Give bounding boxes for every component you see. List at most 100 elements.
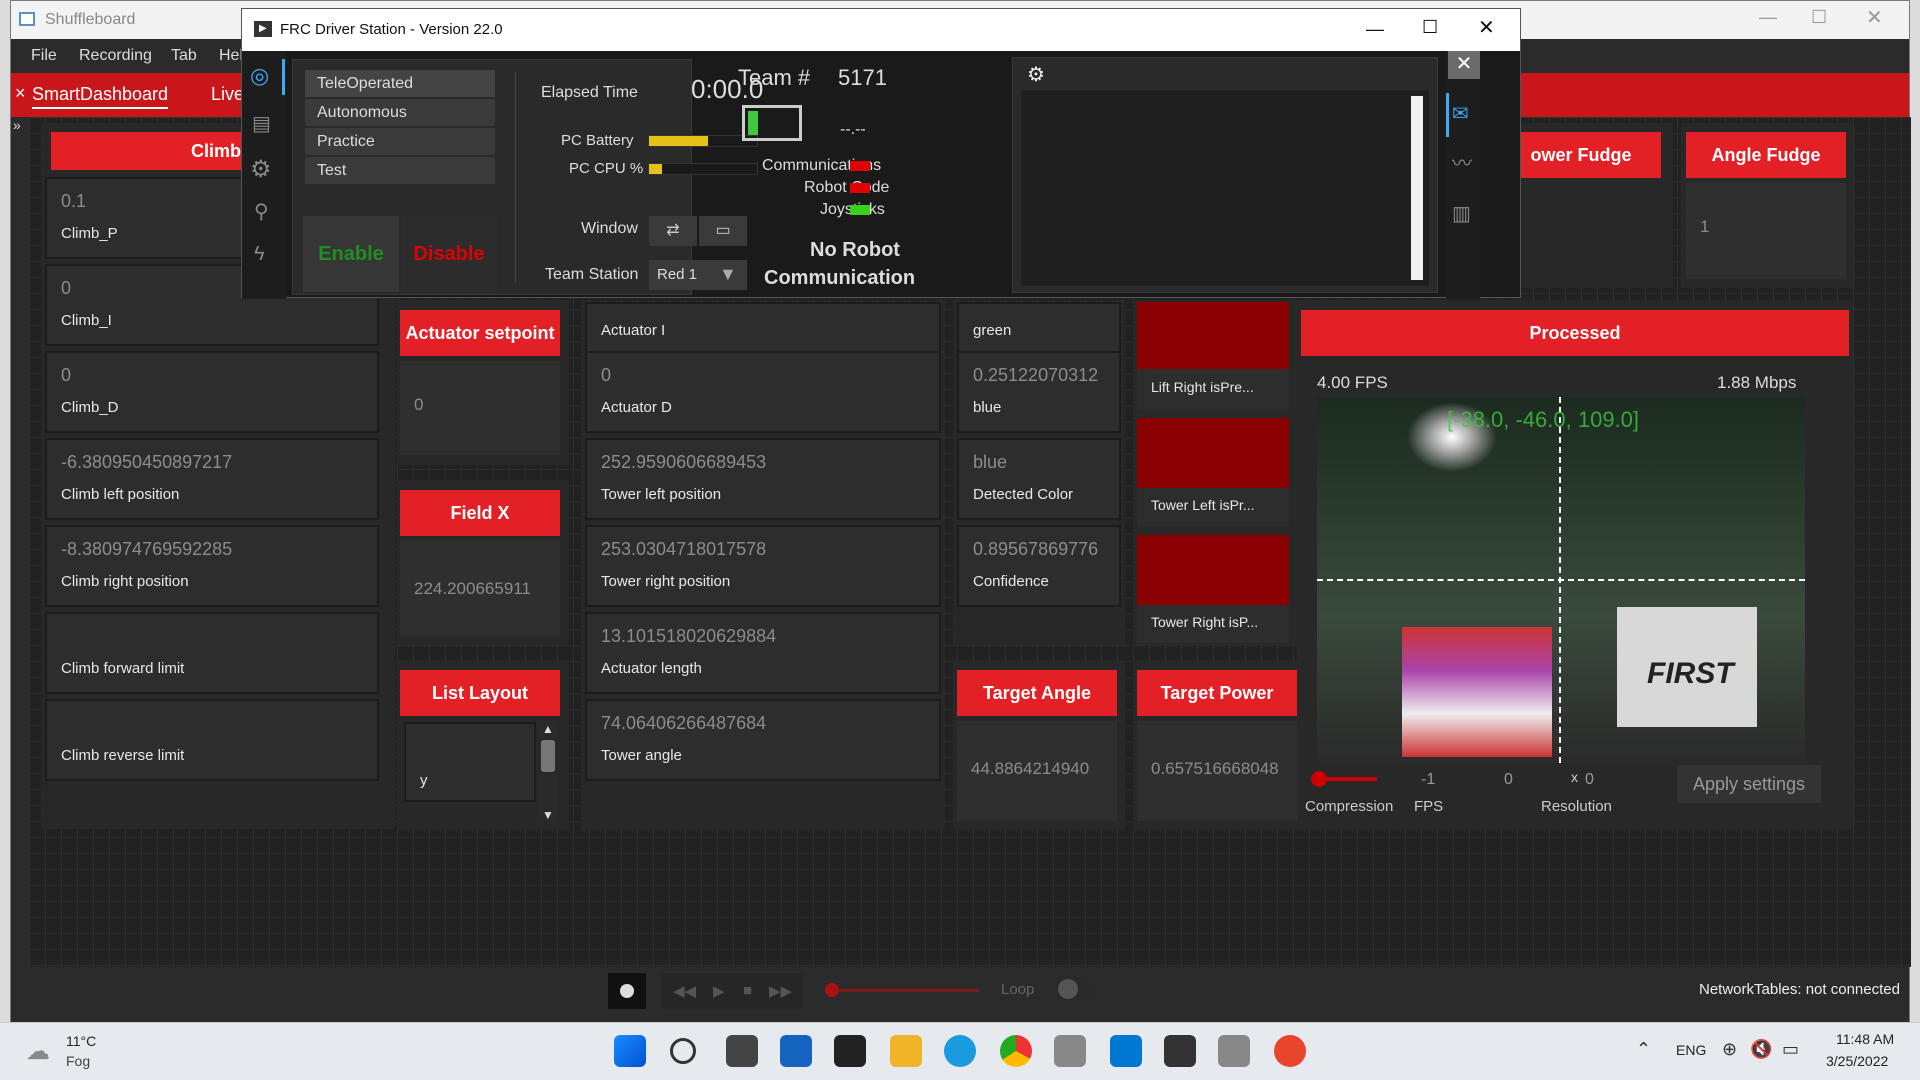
message-area[interactable] <box>1021 90 1429 286</box>
ds-maximize-icon[interactable]: ☐ <box>1422 17 1438 38</box>
maximize-icon[interactable]: ☐ <box>1811 7 1827 28</box>
cloud-icon[interactable]: ☁ <box>26 1037 50 1066</box>
actuator-length-tile[interactable]: 13.101518020629884 Actuator length <box>585 612 941 694</box>
clock-date[interactable]: 3/25/2022 <box>1826 1053 1888 1069</box>
rewind-icon[interactable]: ◀◀ <box>673 982 696 1000</box>
gear-icon[interactable]: ⚙ <box>250 155 272 184</box>
scroll-down-icon[interactable]: ▼ <box>542 808 554 822</box>
loop-toggle[interactable] <box>1056 977 1094 1001</box>
tab-close-icon[interactable]: × <box>15 83 26 104</box>
mode-autonomous[interactable]: Autonomous <box>305 99 495 126</box>
timeline-thumb[interactable] <box>825 983 839 997</box>
tower-left-bool-tile[interactable]: Tower Left isPr... <box>1137 488 1289 526</box>
enable-button[interactable]: Enable <box>303 216 399 292</box>
camera-stream[interactable]: FIRST [-38.0, -46.0, 109.0] <box>1317 397 1805 763</box>
close-icon[interactable]: ✕ <box>1866 5 1883 30</box>
tower-right-bool-tile[interactable]: Tower Right isP... <box>1137 605 1289 643</box>
disable-button[interactable]: Disable <box>401 216 497 292</box>
window-dock-button[interactable]: ⇄ <box>649 216 697 246</box>
tower-fudge-title[interactable]: ower Fudge <box>1501 132 1661 178</box>
actuator-d-tile[interactable]: 0 Actuator D <box>585 351 941 433</box>
tower-left-tile[interactable]: 252.9590606689453 Tower left position <box>585 438 941 520</box>
chevron-up-icon[interactable]: ⌃ <box>1636 1039 1651 1060</box>
menu-help[interactable]: Hel <box>219 47 243 65</box>
menu-recording[interactable]: Recording <box>79 47 152 65</box>
angle-fudge-box[interactable]: 1 <box>1686 183 1846 279</box>
target-power-box[interactable]: 0.657516668048 <box>1137 721 1297 821</box>
climb-left-tile[interactable]: -6.380950450897217 Climb left position <box>45 438 379 520</box>
ds-close-icon[interactable]: ✕ <box>1478 15 1495 40</box>
scroll-thumb[interactable] <box>541 740 555 772</box>
start-icon[interactable] <box>614 1035 646 1067</box>
driving-icon[interactable]: ◎ <box>250 63 269 89</box>
fps-input[interactable]: -1 <box>1421 771 1435 789</box>
messages-icon[interactable]: ✉ <box>1452 101 1469 126</box>
list-item-y[interactable]: y <box>404 722 536 802</box>
climb-forward-tile[interactable]: Climb forward limit <box>45 612 379 694</box>
chart-icon[interactable]: 〰 <box>1452 147 1472 176</box>
mode-teleoperated[interactable]: TeleOperated <box>305 70 495 97</box>
field-x-title[interactable]: Field X <box>400 490 560 536</box>
driver-station-icon[interactable] <box>1164 1035 1196 1067</box>
shuffleboard-icon[interactable] <box>1218 1035 1250 1067</box>
target-power-title[interactable]: Target Power <box>1137 670 1297 716</box>
apply-settings-button[interactable]: Apply settings <box>1677 765 1821 803</box>
vscode-icon[interactable] <box>1110 1035 1142 1067</box>
menu-tab[interactable]: Tab <box>171 47 197 65</box>
frc-game-tools-icon[interactable] <box>1274 1035 1306 1067</box>
list-scrollbar[interactable]: ▲ ▼ <box>539 722 557 822</box>
angle-fudge-title[interactable]: Angle Fudge <box>1686 132 1846 178</box>
frc-tool-icon[interactable] <box>1054 1035 1086 1067</box>
file-explorer-icon[interactable] <box>890 1035 922 1067</box>
timeline-slider[interactable] <box>825 983 979 997</box>
tower-right-tile[interactable]: 253.0304718017578 Tower right position <box>585 525 941 607</box>
scroll-up-icon[interactable]: ▲ <box>542 722 554 736</box>
target-angle-title[interactable]: Target Angle <box>957 670 1117 716</box>
edge-icon[interactable] <box>944 1035 976 1067</box>
mode-test[interactable]: Test <box>305 157 495 184</box>
target-angle-box[interactable]: 44.8864214940 <box>957 721 1117 821</box>
list-layout-title[interactable]: List Layout <box>400 670 560 716</box>
clock-time[interactable]: 11:48 AM <box>1836 1031 1894 1047</box>
resolution-width-input[interactable]: 0 <box>1504 771 1513 789</box>
language-indicator[interactable]: ENG <box>1676 1042 1706 1058</box>
lift-right-tile[interactable]: Lift Right isPre... <box>1137 369 1289 409</box>
battery-tray-icon[interactable]: ▭ <box>1782 1039 1799 1060</box>
field-x-box[interactable]: 224.200665911 <box>400 541 560 635</box>
chrome-icon[interactable] <box>1000 1035 1032 1067</box>
weather-desc[interactable]: Fog <box>66 1053 90 1069</box>
detected-color-tile[interactable]: blue Detected Color <box>957 438 1121 520</box>
expand-sidebar-icon[interactable]: » <box>13 117 21 133</box>
climb-reverse-tile[interactable]: Climb reverse limit <box>45 699 379 781</box>
actuator-setpoint-title[interactable]: Actuator setpoint <box>400 310 560 356</box>
usb-icon[interactable]: ⚲ <box>254 199 269 224</box>
both-view-icon[interactable]: ▥ <box>1452 201 1471 226</box>
minimize-icon[interactable]: — <box>1759 7 1777 28</box>
confidence-tile[interactable]: 0.89567869776 Confidence <box>957 525 1121 607</box>
message-scrollbar[interactable] <box>1411 96 1423 280</box>
processed-title[interactable]: Processed <box>1301 310 1849 356</box>
actuator-setpoint-box[interactable]: 0 <box>400 361 560 455</box>
tab-smartdashboard[interactable]: SmartDashboard <box>32 84 169 109</box>
task-view-icon[interactable] <box>726 1035 758 1067</box>
record-button[interactable] <box>608 973 646 1009</box>
stop-icon[interactable]: ■ <box>743 982 752 999</box>
mode-practice[interactable]: Practice <box>305 128 495 155</box>
menu-file[interactable]: File <box>31 47 57 65</box>
blue-tile[interactable]: 0.25122070312 blue <box>957 351 1121 433</box>
climb-right-tile[interactable]: -8.380974769592285 Climb right position <box>45 525 379 607</box>
resolution-height-input[interactable]: 0 <box>1585 771 1594 789</box>
mail-icon[interactable] <box>780 1035 812 1067</box>
search-icon[interactable] <box>670 1038 696 1064</box>
tab-live[interactable]: Live <box>211 84 244 105</box>
close-panel-icon[interactable]: ✕ <box>1448 51 1480 79</box>
power-icon[interactable]: ϟ <box>254 243 265 266</box>
weather-temp[interactable]: 11°C <box>66 1033 96 1049</box>
volume-icon[interactable]: 🔇 <box>1750 1039 1772 1060</box>
network-icon[interactable]: ⊕ <box>1722 1039 1737 1060</box>
settings-gear-icon[interactable]: ⚙ <box>1027 62 1045 87</box>
play-icon[interactable]: ▶ <box>713 982 725 1000</box>
fast-forward-icon[interactable]: ▶▶ <box>769 982 792 1000</box>
diagnostics-icon[interactable]: ▤ <box>252 111 271 136</box>
terminal-icon[interactable] <box>834 1035 866 1067</box>
